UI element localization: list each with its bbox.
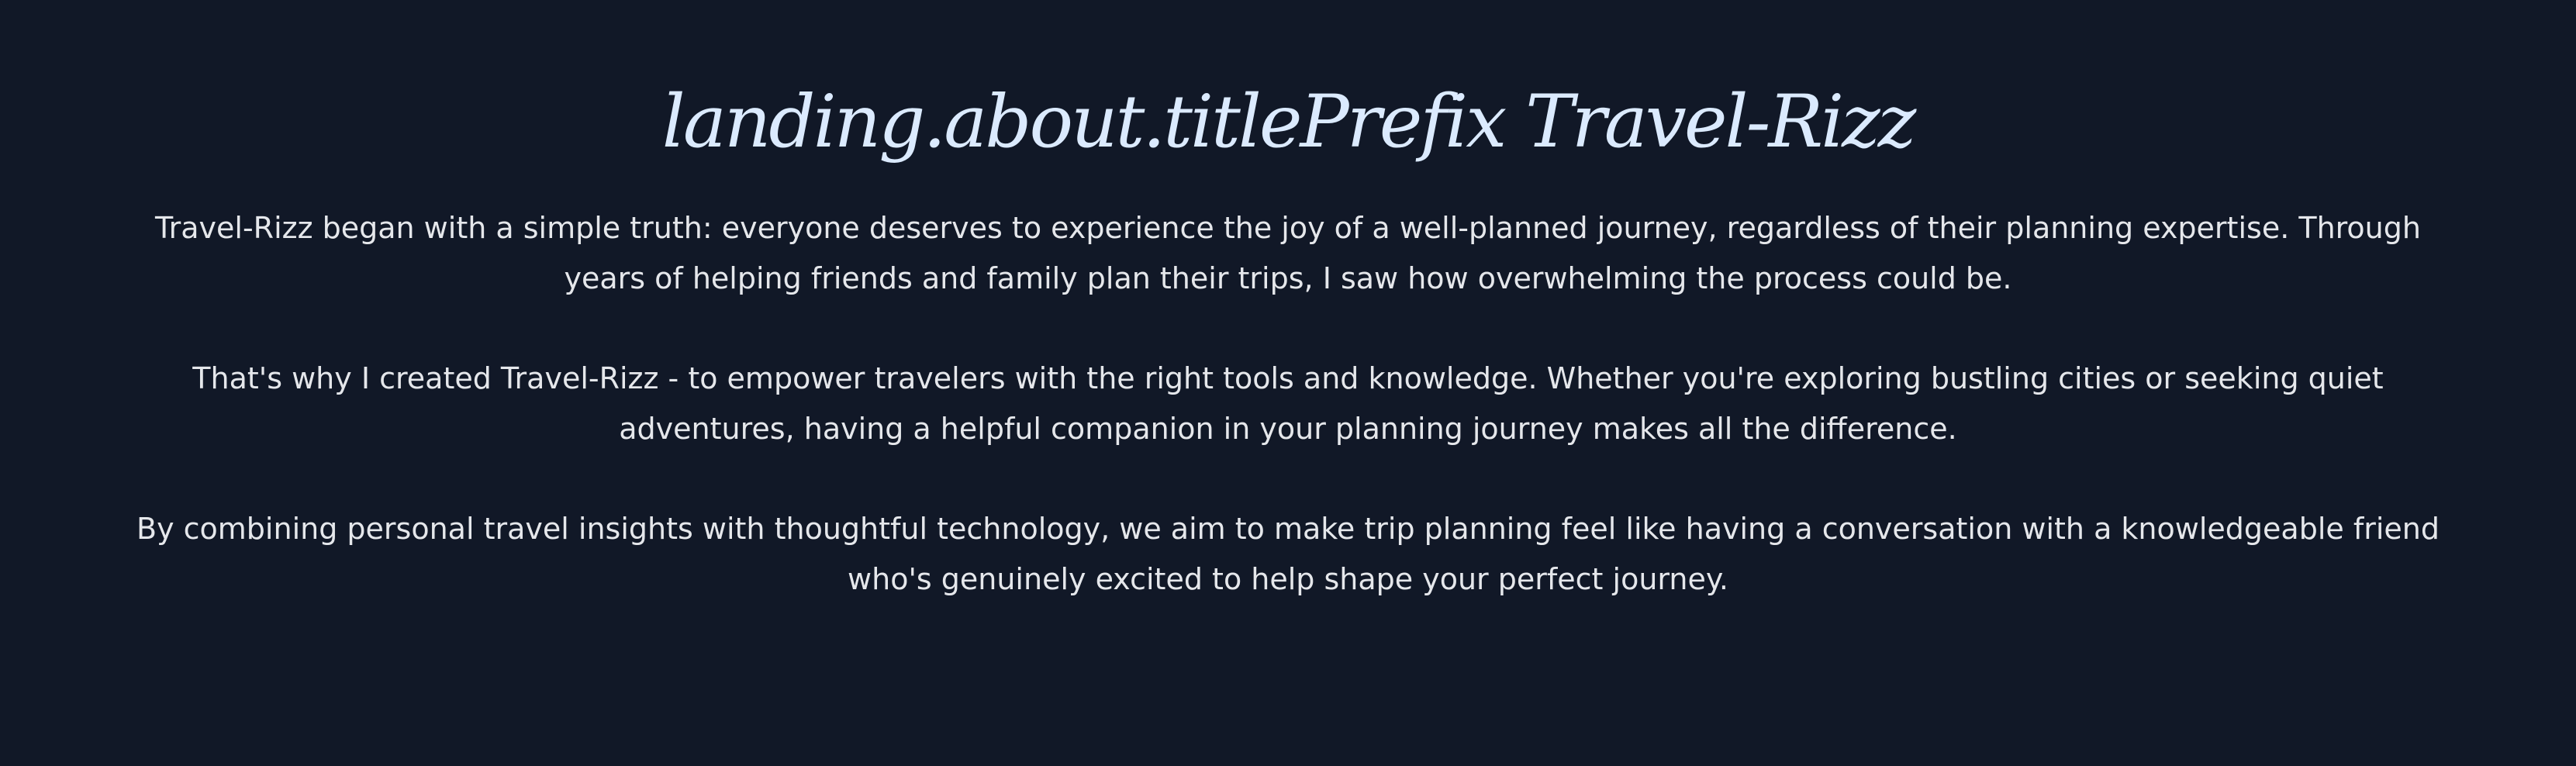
about-section: landing.about.titlePrefix Travel-Rizz Tr… (0, 0, 2576, 766)
about-paragraph-3: By combining personal travel insights wi… (136, 512, 2440, 596)
about-title: landing.about.titlePrefix Travel-Rizz (661, 80, 1916, 164)
about-paragraph-1: Travel-Rizz began with a simple truth: e… (155, 211, 2421, 295)
about-paragraph-2: That's why I created Travel-Rizz - to em… (192, 361, 2384, 446)
about-body: Travel-Rizz began with a simple truth: e… (125, 203, 2451, 605)
